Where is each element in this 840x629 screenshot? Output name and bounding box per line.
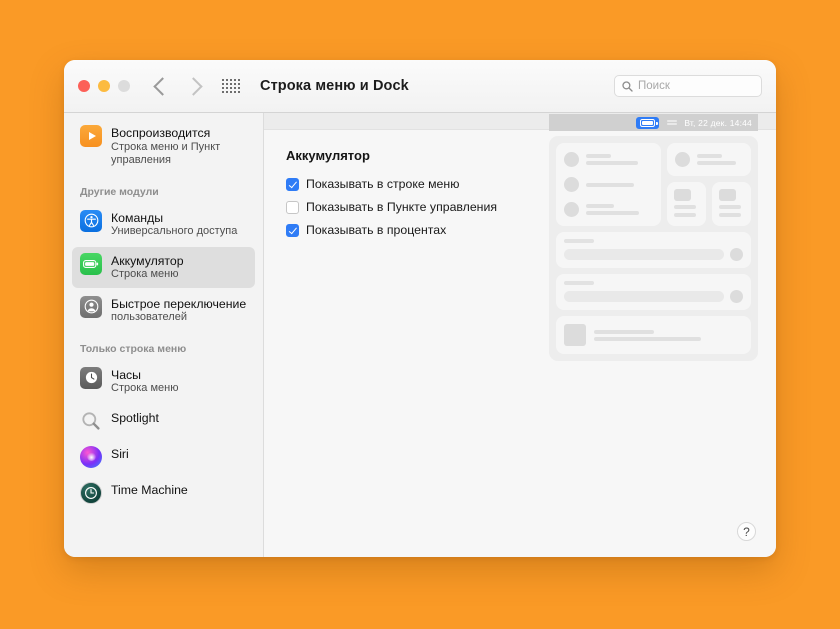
sidebar-item-siri[interactable]: Siri	[72, 440, 255, 474]
sidebar-item-title: Часы	[111, 367, 142, 382]
control-center-icon	[665, 117, 678, 128]
zoom-button-icon	[118, 80, 130, 92]
play-icon	[80, 125, 102, 147]
preview-card-pair	[666, 182, 752, 226]
sidebar-item-fast-user-switching[interactable]: Быстрое переключение пользователей	[72, 290, 255, 331]
window-body: Воспроизводится Строка меню и Пункт упра…	[64, 113, 776, 557]
sidebar-item-title: Команды	[111, 210, 164, 225]
toggle-dot-icon	[564, 177, 579, 192]
sidebar-item-title: Воспроизводится	[111, 126, 211, 140]
toggle-dot-icon	[564, 152, 579, 167]
sidebar-item-title: Siri	[111, 446, 129, 461]
checkbox-label: Показывать в строке меню	[306, 177, 460, 191]
search-placeholder: Поиск	[638, 80, 670, 92]
battery-icon	[640, 118, 658, 127]
slider-knob-icon	[730, 290, 743, 303]
spotlight-icon	[80, 410, 102, 432]
slider-knob-icon	[730, 248, 743, 261]
sidebar-item-subtitle: Строка меню	[111, 268, 179, 280]
sound-slider	[564, 291, 724, 302]
sidebar-item-time-machine[interactable]: Time Machine	[72, 476, 255, 510]
sidebar-item-spotlight[interactable]: Spotlight	[72, 404, 255, 438]
sidebar-item-subtitle: Строка меню	[111, 382, 179, 394]
preview-small-card	[711, 182, 752, 226]
checkbox-show-in-menu-bar[interactable]	[286, 177, 299, 191]
help-button[interactable]: ?	[737, 522, 756, 541]
sidebar-item-subtitle: Универсального доступа	[111, 225, 238, 237]
preview-top-row	[556, 143, 752, 226]
search-field[interactable]: Поиск	[614, 75, 762, 97]
checkbox-show-percentage[interactable]	[286, 223, 299, 237]
sidebar-item-subtitle: пользователей	[111, 311, 187, 323]
sidebar-item-title: Time Machine	[111, 482, 188, 497]
preview-toggle-item	[564, 177, 653, 192]
preview-menu-bar: Вт, 22 дек. 14:44	[549, 114, 758, 131]
traffic-lights	[78, 80, 130, 92]
module-square-icon	[718, 189, 736, 201]
siri-icon	[80, 445, 102, 468]
preview-toggle-item	[564, 152, 653, 167]
sidebar-item-now-playing[interactable]: Воспроизводится Строка меню и Пункт упра…	[72, 119, 255, 174]
sidebar: Воспроизводится Строка меню и Пункт упра…	[64, 113, 264, 557]
content-area: Аккумулятор Показывать в строке меню Пок…	[264, 113, 776, 557]
preview-toggle-item	[564, 202, 653, 217]
window-titlebar: Строка меню и Dock Поиск	[64, 60, 776, 113]
page-title: Строка меню и Dock	[260, 78, 409, 94]
checkbox-show-in-control-center[interactable]	[286, 200, 299, 214]
preview-wide-card	[666, 143, 751, 176]
search-icon	[622, 80, 633, 92]
slider-label	[564, 239, 594, 243]
forward-chevron-icon	[184, 76, 203, 96]
battery-icon	[80, 252, 102, 275]
slider-label	[564, 281, 594, 285]
close-button-icon[interactable]	[78, 80, 90, 92]
sidebar-item-accessibility-shortcuts[interactable]: Команды Универсального доступа	[72, 204, 255, 245]
preview-pane: Вт, 22 дек. 14:44	[549, 114, 758, 361]
album-art-icon	[564, 324, 586, 346]
module-square-icon	[673, 189, 691, 201]
preview-small-card	[666, 182, 706, 226]
navigation-buttons	[153, 76, 203, 96]
clock-icon	[80, 366, 102, 389]
system-preferences-window: Строка меню и Dock Поиск Воспроизводится…	[64, 60, 776, 557]
sidebar-item-title: Быстрое переключение	[111, 296, 247, 311]
checkbox-label: Показывать в Пункте управления	[306, 200, 497, 214]
time-machine-icon	[80, 481, 102, 504]
back-chevron-icon[interactable]	[153, 76, 172, 96]
show-all-grid-icon[interactable]	[222, 79, 240, 93]
settings-panel: Аккумулятор Показывать в строке меню Пок…	[264, 114, 776, 557]
checkbox-label: Показывать в процентах	[306, 223, 447, 237]
sidebar-item-title: Spotlight	[111, 410, 159, 425]
sidebar-group-header-other-modules: Другие модули	[80, 185, 159, 198]
preview-right-column	[666, 143, 752, 226]
minimize-button-icon[interactable]	[98, 80, 110, 92]
module-dot-icon	[674, 152, 690, 167]
user-switch-icon	[80, 295, 102, 318]
preview-clock: Вт, 22 дек. 14:44	[684, 117, 752, 128]
preview-slider-card-sound	[556, 274, 751, 310]
preview-now-playing-card	[556, 316, 751, 354]
sidebar-item-subtitle: Строка меню и Пункт управления	[111, 140, 221, 167]
preview-control-center	[549, 136, 758, 361]
sidebar-item-clock[interactable]: Часы Строка меню	[72, 361, 255, 402]
accessibility-icon	[80, 209, 102, 232]
sidebar-group-header-menubar-only: Только строка меню	[80, 342, 187, 355]
toggle-dot-icon	[564, 202, 579, 217]
sidebar-item-battery[interactable]: Аккумулятор Строка меню	[72, 246, 255, 288]
preview-battery-menu-item	[636, 116, 660, 129]
preview-toggles-card	[556, 143, 661, 226]
preview-slider-card-display	[556, 232, 751, 268]
sidebar-item-title: Аккумулятор	[111, 253, 184, 268]
display-slider	[564, 249, 724, 260]
